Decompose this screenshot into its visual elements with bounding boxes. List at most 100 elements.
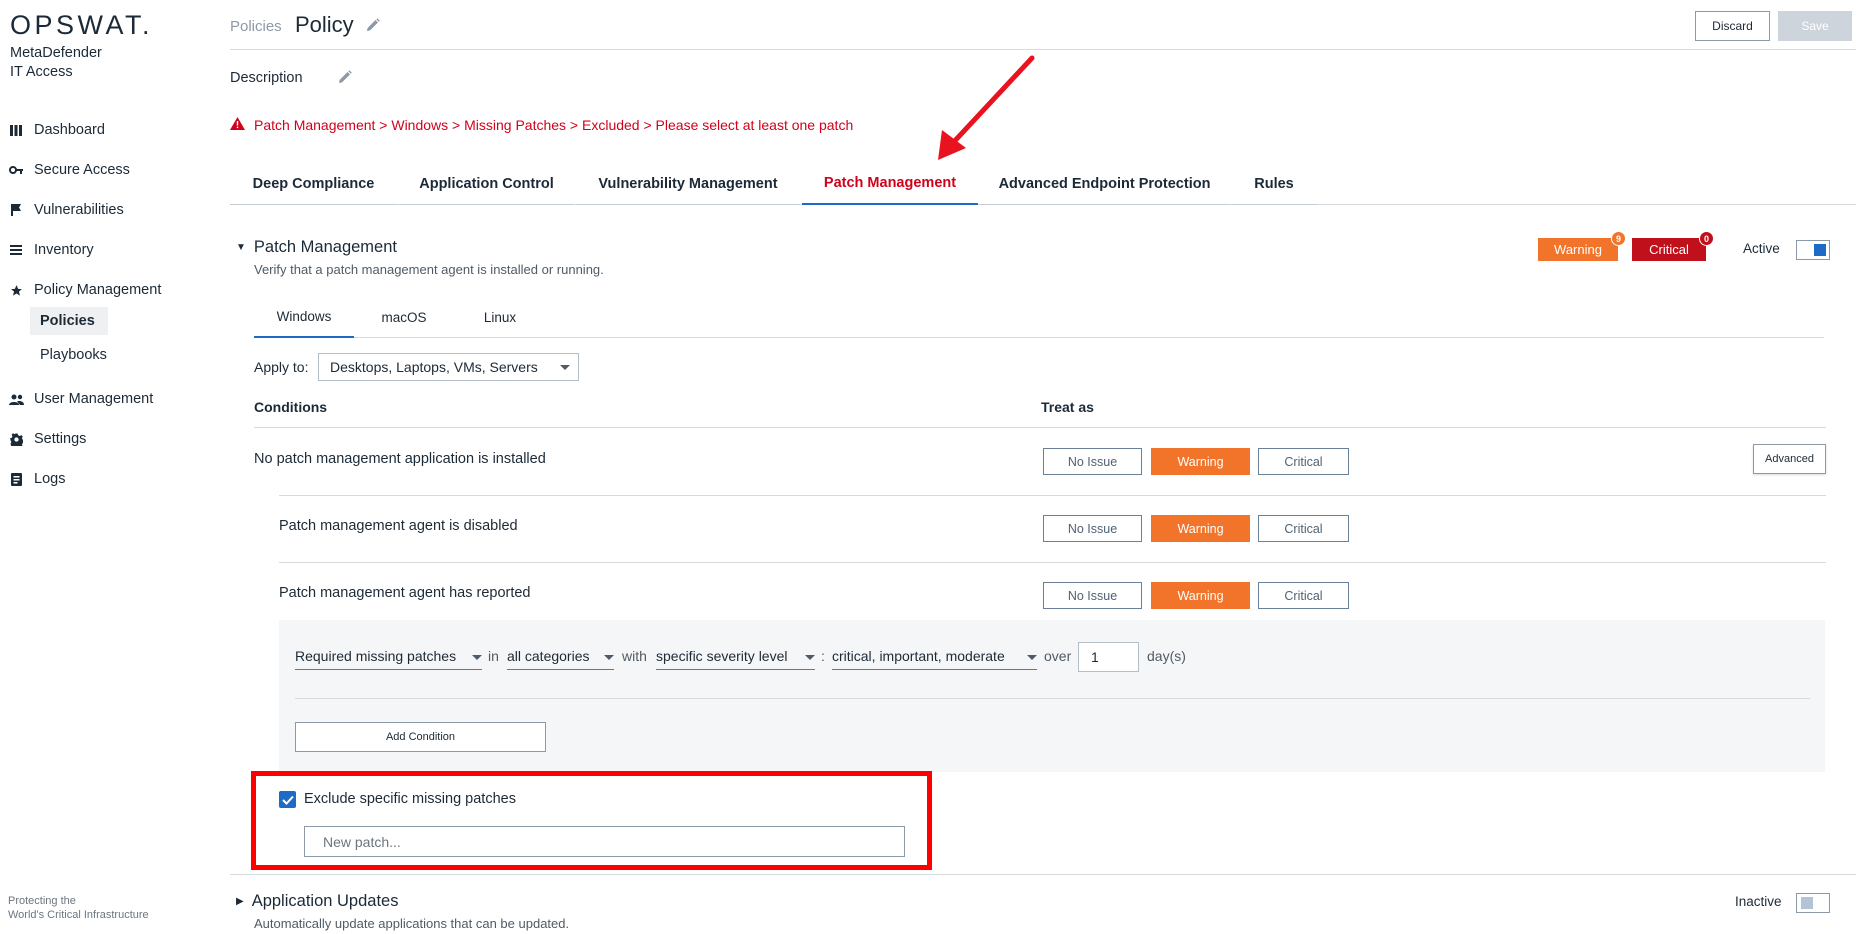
footer-tagline: Protecting the World's Critical Infrastr… bbox=[8, 894, 149, 922]
divider bbox=[254, 427, 1826, 428]
treat-as-header: Treat as bbox=[1041, 399, 1094, 415]
divider bbox=[295, 698, 1810, 699]
critical-button[interactable]: Critical bbox=[1258, 448, 1349, 475]
no-issue-button[interactable]: No Issue bbox=[1043, 448, 1142, 475]
os-tab-macos[interactable]: macOS bbox=[354, 296, 454, 338]
warning-button[interactable]: Warning bbox=[1151, 515, 1250, 542]
pencil-icon[interactable] bbox=[366, 18, 380, 37]
tab-vulnerability-management[interactable]: Vulnerability Management bbox=[576, 163, 800, 205]
product-name-line2: IT Access bbox=[10, 64, 73, 80]
dashboard-icon bbox=[8, 122, 24, 138]
tab-rules[interactable]: Rules bbox=[1231, 163, 1317, 205]
nav-label-dashboard: Dashboard bbox=[34, 122, 105, 138]
severity-levels-dropdown[interactable]: critical, important, moderate bbox=[832, 648, 1037, 670]
tab-application-control[interactable]: Application Control bbox=[399, 163, 574, 205]
severity-mode-value: specific severity level bbox=[656, 648, 788, 664]
product-name-line1: MetaDefender bbox=[10, 45, 102, 61]
page-title: Policy bbox=[295, 12, 354, 37]
severity-levels-value: critical, important, moderate bbox=[832, 648, 1005, 664]
days-input[interactable] bbox=[1078, 642, 1139, 672]
nav-label-logs: Logs bbox=[34, 471, 66, 487]
add-condition-button[interactable]: Add Condition bbox=[295, 722, 546, 752]
nav-label-user-management: User Management bbox=[34, 391, 154, 407]
warning-badge: Warning 9 bbox=[1538, 231, 1626, 261]
nav-item-settings[interactable]: Settings bbox=[8, 426, 86, 452]
nav-sub-playbooks[interactable]: Playbooks bbox=[30, 341, 108, 369]
nav-item-logs[interactable]: Logs bbox=[8, 466, 65, 492]
nav-label-inventory: Inventory bbox=[34, 242, 94, 258]
nav-item-inventory[interactable]: Inventory bbox=[8, 237, 94, 263]
tab-advanced-endpoint-protection[interactable]: Advanced Endpoint Protection bbox=[980, 163, 1229, 205]
chevron-down-icon bbox=[604, 655, 614, 660]
in-word: in bbox=[488, 648, 499, 664]
section2-subtitle: Automatically update applications that c… bbox=[254, 916, 570, 931]
section-subtitle: Verify that a patch management agent is … bbox=[254, 262, 604, 277]
nav-item-policy-management[interactable]: Policy Management bbox=[8, 277, 161, 303]
policy-tabs: Deep Compliance Application Control Vuln… bbox=[230, 163, 1856, 205]
severity-mode-dropdown[interactable]: specific severity level bbox=[656, 648, 815, 670]
no-issue-button[interactable]: No Issue bbox=[1043, 515, 1142, 542]
divider bbox=[230, 874, 1856, 875]
active-label: Active bbox=[1743, 241, 1780, 256]
section-header-application-updates[interactable]: ▶ Application Updates bbox=[236, 892, 398, 911]
opswat-logo[interactable]: OPSWAT. bbox=[10, 10, 153, 41]
error-message: Patch Management > Windows > Missing Pat… bbox=[254, 117, 854, 133]
warning-button[interactable]: Warning bbox=[1151, 582, 1250, 609]
checkmark-icon bbox=[281, 795, 294, 805]
tab-deep-compliance[interactable]: Deep Compliance bbox=[230, 163, 397, 205]
toggle-knob bbox=[1801, 897, 1813, 909]
category-dropdown[interactable]: all categories bbox=[507, 648, 614, 670]
page-header: Policies Policy Discard Save bbox=[230, 0, 1856, 50]
os-tabs: Windows macOS Linux bbox=[254, 296, 1824, 338]
error-banner: Patch Management > Windows > Missing Pat… bbox=[230, 117, 853, 133]
star-icon bbox=[8, 282, 24, 298]
inactive-toggle[interactable] bbox=[1796, 893, 1830, 913]
advanced-button[interactable]: Advanced bbox=[1753, 444, 1826, 474]
description-edit-icon[interactable] bbox=[338, 70, 352, 89]
section-header-patch-management[interactable]: ▼ Patch Management bbox=[236, 238, 397, 257]
apply-to-select[interactable]: Desktops, Laptops, VMs, Servers bbox=[318, 353, 579, 381]
warning-badge-count: 9 bbox=[1611, 231, 1626, 246]
flag-icon bbox=[8, 202, 24, 218]
critical-badge-label: Critical bbox=[1649, 242, 1689, 257]
product-name: MetaDefender IT Access bbox=[10, 44, 102, 82]
discard-button[interactable]: Discard bbox=[1695, 11, 1770, 41]
warning-triangle-icon bbox=[230, 117, 245, 133]
nav-item-user-management[interactable]: User Management bbox=[8, 386, 153, 412]
active-toggle[interactable] bbox=[1796, 240, 1830, 260]
chevron-down-icon bbox=[805, 655, 815, 660]
new-patch-input[interactable] bbox=[304, 826, 905, 857]
breadcrumb[interactable]: Policies bbox=[230, 18, 282, 35]
critical-button[interactable]: Critical bbox=[1258, 582, 1349, 609]
critical-button[interactable]: Critical bbox=[1258, 515, 1349, 542]
key-icon bbox=[8, 162, 24, 178]
inactive-label: Inactive bbox=[1735, 894, 1782, 909]
no-issue-button[interactable]: No Issue bbox=[1043, 582, 1142, 609]
colon-separator: : bbox=[821, 648, 825, 664]
footer-tagline-line2: World's Critical Infrastructure bbox=[8, 909, 149, 921]
critical-badge: Critical 0 bbox=[1632, 231, 1714, 261]
nav-label-vulnerabilities: Vulnerabilities bbox=[34, 202, 124, 218]
nav-item-vulnerabilities[interactable]: Vulnerabilities bbox=[8, 197, 124, 223]
log-icon bbox=[8, 471, 24, 487]
missing-patches-type-dropdown[interactable]: Required missing patches bbox=[295, 648, 482, 670]
os-tab-windows[interactable]: Windows bbox=[254, 296, 354, 338]
annotation-arrow-icon bbox=[938, 55, 1035, 160]
condition-text: Patch management agent has reported bbox=[279, 585, 531, 601]
missing-patches-type-value: Required missing patches bbox=[295, 648, 457, 664]
nav-sub-policies[interactable]: Policies bbox=[30, 307, 108, 335]
warning-button[interactable]: Warning bbox=[1151, 448, 1250, 475]
tab-patch-management[interactable]: Patch Management bbox=[802, 163, 978, 205]
critical-badge-count: 0 bbox=[1699, 231, 1714, 246]
nav-item-secure-access[interactable]: Secure Access bbox=[8, 157, 130, 183]
os-tab-linux[interactable]: Linux bbox=[454, 296, 546, 338]
section2-title: Application Updates bbox=[251, 892, 399, 910]
chevron-down-icon bbox=[472, 655, 482, 660]
save-button[interactable]: Save bbox=[1778, 11, 1852, 41]
sidebar: OPSWAT. MetaDefender IT Access Dashboard… bbox=[0, 0, 220, 934]
gear-icon bbox=[8, 431, 24, 447]
footer-tagline-line1: Protecting the bbox=[8, 895, 76, 907]
nav-item-dashboard[interactable]: Dashboard bbox=[8, 117, 105, 143]
with-word: with bbox=[622, 648, 647, 664]
exclude-patches-checkbox[interactable] bbox=[279, 791, 296, 808]
